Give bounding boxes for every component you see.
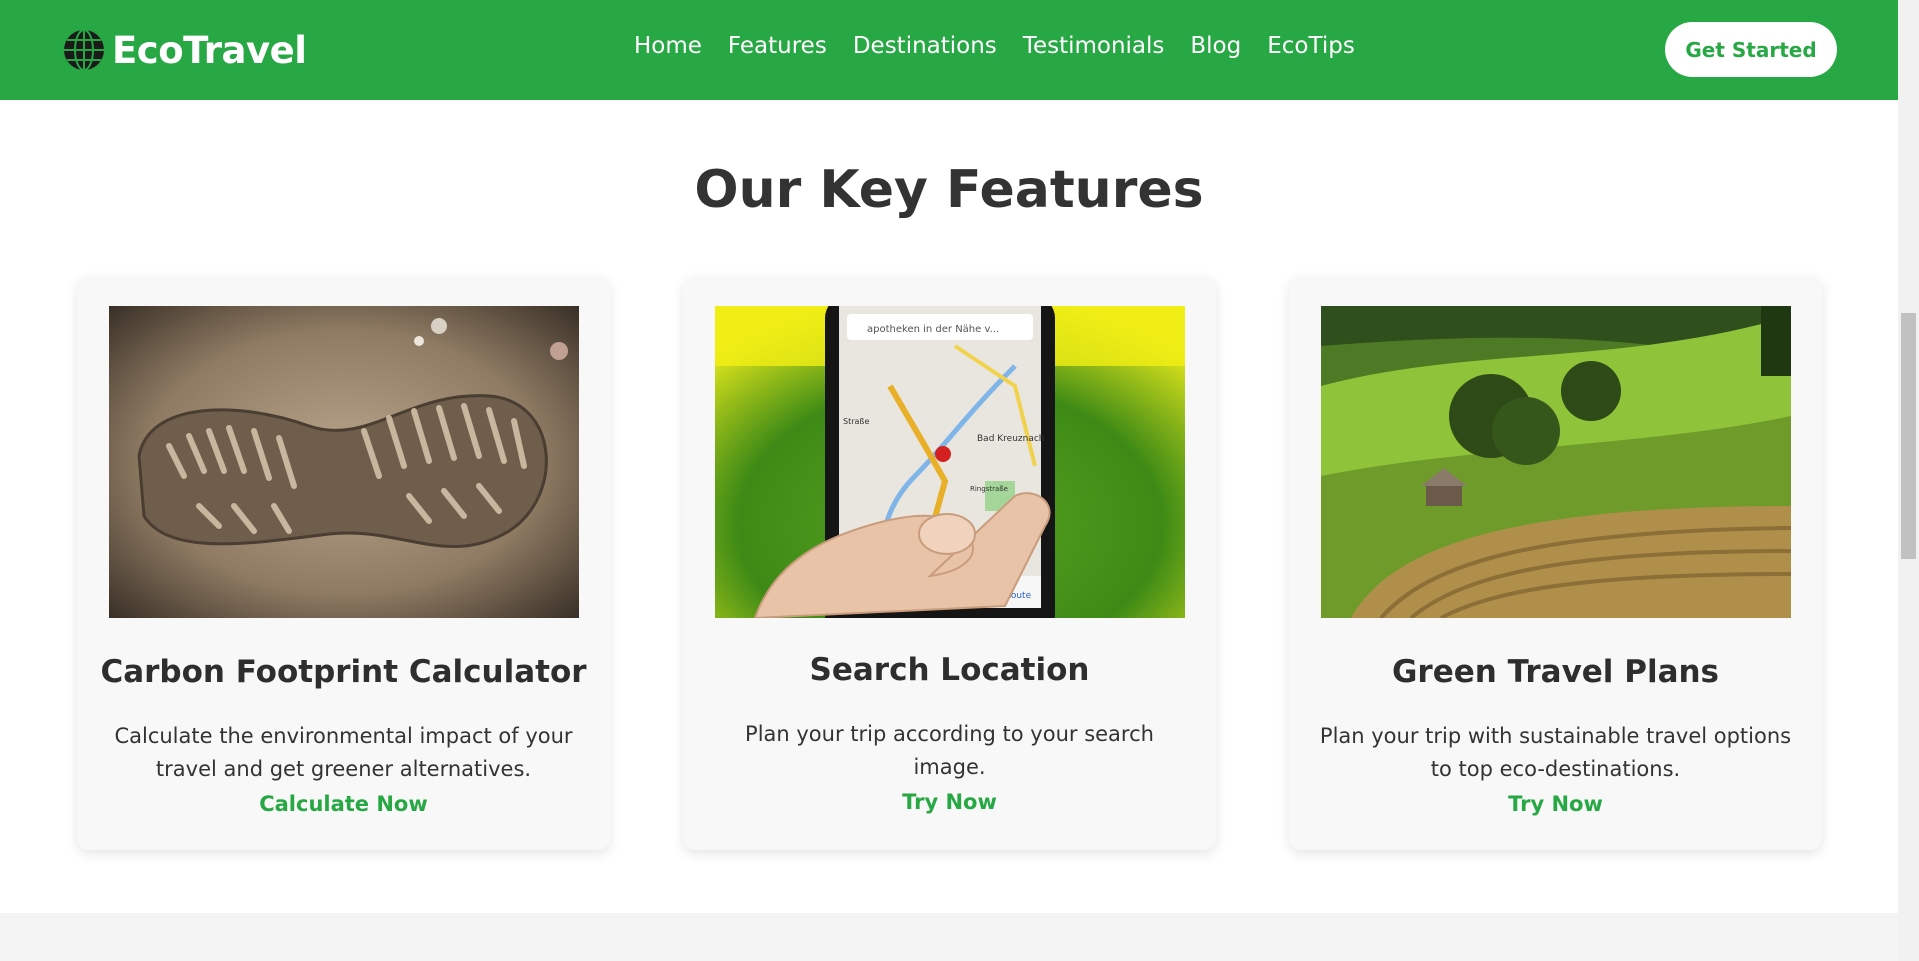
card-description: Plan your trip with sustainable travel o…	[1319, 724, 1792, 781]
nav-features[interactable]: Features	[728, 33, 827, 59]
footprint-in-sand-image	[109, 306, 579, 618]
navbar: EcoTravel Home Features Destinations Tes…	[0, 0, 1898, 100]
brand-logo[interactable]: EcoTravel	[62, 28, 307, 72]
try-now-link[interactable]: Try Now	[683, 790, 1216, 814]
phone-map-image: apotheken in der Nähe v... Bad Kreuznach…	[715, 306, 1185, 618]
scrollbar-thumb[interactable]	[1901, 313, 1916, 559]
map-street-label: Straße	[843, 417, 869, 426]
nav-blog[interactable]: Blog	[1190, 33, 1241, 59]
nav-destinations[interactable]: Destinations	[853, 33, 997, 59]
next-section-background	[0, 913, 1898, 961]
globe-icon	[64, 29, 104, 71]
get-started-button[interactable]: Get Started	[1665, 22, 1837, 77]
try-now-link[interactable]: Try Now	[1289, 792, 1822, 816]
card-title: Search Location	[809, 652, 1090, 688]
card-title: Carbon Footprint Calculator	[100, 654, 587, 690]
map-place-label: Bad Kreuznach	[977, 434, 1045, 444]
map-search-text: apotheken in der Nähe v...	[867, 324, 999, 335]
feature-card-search: apotheken in der Nähe v... Bad Kreuznach…	[683, 276, 1216, 850]
nav-home[interactable]: Home	[634, 33, 702, 59]
map-road-label: Ringstraße	[970, 485, 1008, 493]
card-description: Plan your trip according to your search …	[745, 722, 1154, 779]
nav-ecotips[interactable]: EcoTips	[1267, 33, 1355, 59]
brand-name: EcoTravel	[112, 28, 307, 72]
card-title: Green Travel Plans	[1391, 654, 1720, 690]
nav-testimonials[interactable]: Testimonials	[1023, 33, 1165, 59]
green-hills-image	[1321, 306, 1791, 618]
feature-card-carbon: Carbon Footprint Calculator Calculate th…	[77, 276, 610, 850]
calculate-now-link[interactable]: Calculate Now	[77, 792, 610, 816]
card-description: Calculate the environmental impact of yo…	[114, 724, 573, 781]
main-nav: Home Features Destinations Testimonials …	[634, 33, 1381, 59]
vertical-scrollbar[interactable]	[1898, 0, 1919, 961]
section-title: Our Key Features	[694, 160, 1204, 220]
page: EcoTravel Home Features Destinations Tes…	[0, 0, 1898, 961]
feature-card-green-plans: Green Travel Plans Plan your trip with s…	[1289, 276, 1822, 850]
